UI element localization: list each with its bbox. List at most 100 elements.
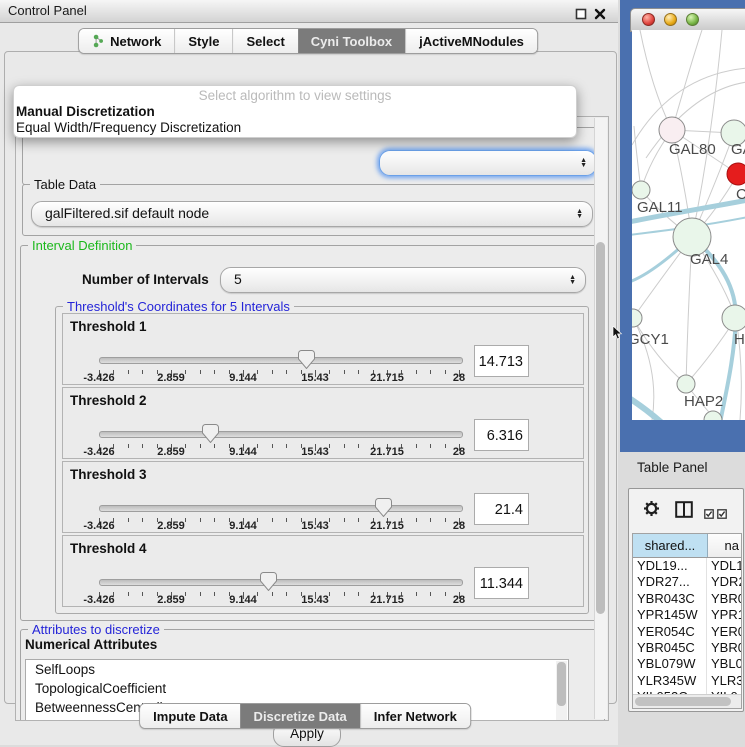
cell-shared-name[interactable]: YBR045C: [633, 640, 707, 656]
discretize-scroll-pane: Discretization Algorithm ▲▼ Table Data g…: [15, 116, 609, 721]
network-node-gal80[interactable]: [659, 117, 685, 143]
scrollbar-thumb[interactable]: [557, 662, 566, 706]
cell-shared-name[interactable]: YLR345W: [633, 673, 707, 689]
popup-option-equal-width-frequency-discretization[interactable]: Equal Width/Frequency Discretization: [14, 120, 576, 136]
cell-name[interactable]: YBL0: [707, 656, 741, 672]
checkbox-icon[interactable]: [704, 506, 714, 524]
slider-tick: [286, 592, 287, 596]
table-row[interactable]: YBR045CYBR0: [633, 640, 741, 656]
cell-name[interactable]: YDL1: [707, 558, 741, 574]
slider-tick: [416, 518, 417, 522]
cell-name[interactable]: YPR1: [707, 607, 741, 623]
slider-tick: [416, 444, 417, 448]
threshold-value-field[interactable]: 11.344: [474, 567, 529, 599]
cell-name[interactable]: YBR0: [707, 591, 741, 607]
tab-cyni-toolbox[interactable]: Cyni Toolbox: [298, 29, 405, 53]
table-data-combobox[interactable]: galFiltered.sif default node ▲▼: [31, 201, 593, 227]
column-header-name[interactable]: na: [708, 534, 741, 557]
threshold-value-field[interactable]: 6.316: [474, 419, 529, 451]
top-tab-bar: Network Style SelectCyni ToolboxjActiveMNo…: [78, 28, 538, 54]
tab-jactivemnodules[interactable]: jActiveMNodules: [405, 29, 537, 53]
node-label: GAL80: [669, 141, 716, 158]
close-icon[interactable]: [594, 5, 606, 17]
columns-icon[interactable]: [675, 501, 693, 523]
slider-track[interactable]: [99, 579, 463, 586]
scrollbar-thumb[interactable]: [596, 242, 605, 614]
combo-stepper-icon: ▲▼: [576, 209, 583, 219]
table-panel-title: Table Panel: [637, 460, 708, 475]
network-edge-highlighted[interactable]: [632, 398, 662, 420]
cell-shared-name[interactable]: YDR27...: [633, 574, 707, 590]
network-node-c[interactable]: [727, 163, 745, 185]
attributes-scrollbar[interactable]: [556, 661, 567, 721]
slider-tick: [344, 592, 345, 596]
column-header-shared-name[interactable]: shared...: [633, 534, 708, 557]
network-canvas[interactable]: GAL80GACGAL11GAL4GCY1HHAP2: [632, 30, 745, 420]
tab-infer-network[interactable]: Infer Network: [360, 704, 470, 728]
algorithm-combobox[interactable]: ▲▼: [379, 150, 597, 176]
network-edge[interactable]: [633, 318, 686, 384]
cell-name[interactable]: YLR3: [707, 673, 741, 689]
node-label: GAL11: [637, 199, 683, 216]
cell-shared-name[interactable]: YDL19...: [633, 558, 707, 574]
group-title: Attributes to discretize: [28, 622, 164, 637]
cell-name[interactable]: YDR2: [707, 574, 741, 590]
scrollbar-thumb[interactable]: [635, 697, 731, 706]
gear-icon[interactable]: [643, 500, 660, 522]
slider-handle[interactable]: [260, 572, 277, 591]
tab-style[interactable]: Style: [174, 29, 232, 53]
node-table[interactable]: shared... na YDL19...YDL1YDR27...YDR2YBR…: [632, 533, 742, 709]
network-node-gal11[interactable]: [632, 181, 650, 199]
threshold-value-field[interactable]: 14.713: [474, 345, 529, 377]
slider-handle[interactable]: [375, 498, 392, 517]
cell-shared-name[interactable]: YPR145W: [633, 607, 707, 623]
cell-shared-name[interactable]: YBR043C: [633, 591, 707, 607]
popup-option-manual-discretization[interactable]: Manual Discretization: [14, 104, 576, 120]
zoom-traffic-light-icon[interactable]: [686, 13, 699, 26]
table-row[interactable]: YBL079WYBL0: [633, 656, 741, 672]
tab-label: Discretize Data: [254, 709, 347, 724]
horizontal-scrollbar[interactable]: [633, 694, 741, 708]
network-node-h[interactable]: [722, 305, 745, 331]
slider-track[interactable]: [99, 431, 463, 438]
network-graph[interactable]: GAL80GACGAL11GAL4GCY1HHAP2: [632, 30, 745, 420]
table-row[interactable]: YLR345WYLR3: [633, 673, 741, 689]
table-row[interactable]: YER054CYER0: [633, 624, 741, 640]
network-edge[interactable]: [640, 30, 672, 130]
checkbox-icon[interactable]: [717, 506, 727, 524]
tab-select[interactable]: Select: [232, 29, 297, 53]
cell-shared-name[interactable]: YER054C: [633, 624, 707, 640]
slider-handle[interactable]: [202, 424, 219, 443]
slider-track[interactable]: [99, 505, 463, 512]
cell-name[interactable]: YER0: [707, 624, 741, 640]
minimize-traffic-light-icon[interactable]: [664, 13, 677, 26]
network-node-hap2[interactable]: [677, 375, 695, 393]
vertical-scrollbar[interactable]: [594, 118, 607, 719]
slider-tick: [358, 518, 359, 522]
threshold-value-field[interactable]: 21.4: [474, 493, 529, 525]
tab-discretize-data[interactable]: Discretize Data: [241, 704, 360, 728]
tab-impute-data[interactable]: Impute Data: [140, 704, 240, 728]
slider-handle[interactable]: [298, 350, 315, 369]
attribute-item-topologicalcoefficient[interactable]: TopologicalCoefficient: [26, 679, 568, 698]
network-window-titlebar[interactable]: [630, 8, 745, 32]
network-node-gcy1[interactable]: [632, 309, 642, 327]
tab-network[interactable]: Network: [79, 29, 174, 53]
table-row[interactable]: YDL19...YDL1: [633, 558, 741, 574]
slider-tick: [329, 370, 330, 374]
group-title: Table Data: [30, 177, 100, 192]
cell-name[interactable]: YBR0: [707, 640, 741, 656]
network-view-window[interactable]: GAL80GACGAL11GAL4GCY1HHAP2: [620, 0, 745, 452]
num-intervals-combobox[interactable]: 5 ▲▼: [220, 267, 586, 293]
attribute-item-selfloops[interactable]: SelfLoops: [26, 660, 568, 679]
table-row[interactable]: YPR145WYPR1: [633, 607, 741, 623]
close-traffic-light-icon[interactable]: [642, 13, 655, 26]
table-row[interactable]: YDR27...YDR2: [633, 574, 741, 590]
network-node[interactable]: [704, 411, 722, 420]
network-edge[interactable]: [672, 30, 702, 130]
table-row[interactable]: YBR043CYBR0: [633, 591, 741, 607]
cell-shared-name[interactable]: YBL079W: [633, 656, 707, 672]
float-window-icon[interactable]: [575, 5, 587, 17]
slider-track[interactable]: [99, 357, 463, 364]
tab-label: Style: [188, 34, 219, 49]
